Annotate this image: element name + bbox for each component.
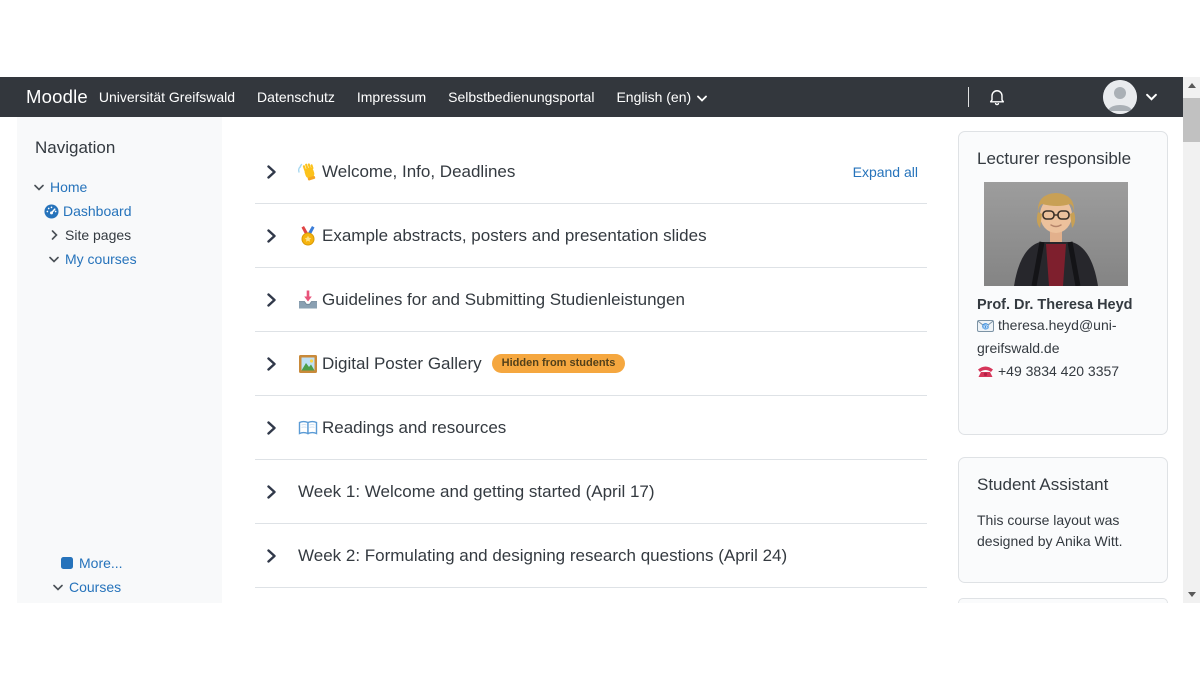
navigation-tree-bottom: More... Courses bbox=[17, 551, 222, 603]
notification-bell-icon[interactable] bbox=[987, 87, 1007, 107]
language-menu-label: English (en) bbox=[616, 89, 691, 105]
sidebar-item-label[interactable]: More... bbox=[79, 555, 123, 571]
navigation-tree: Home Dashboard Site pages My c bbox=[17, 175, 222, 271]
section-row-readings: Readings and resources bbox=[255, 396, 927, 460]
navigation-block-title: Navigation bbox=[35, 138, 222, 158]
lecturer-phone: +49 3834 420 3357 bbox=[998, 363, 1119, 379]
section-title[interactable]: Week 1: Welcome and getting started (Apr… bbox=[298, 482, 655, 502]
lecturer-name: Prof. Dr. Theresa Heyd bbox=[977, 297, 1149, 313]
section-row-week2: Week 2: Formulating and designing resear… bbox=[255, 524, 927, 588]
open-book-icon bbox=[297, 417, 319, 439]
sports-medal-icon bbox=[297, 225, 319, 247]
course-content: Welcome, Info, Deadlines Expand all Exam… bbox=[255, 117, 927, 588]
section-title[interactable]: Week 2: Formulating and designing resear… bbox=[298, 546, 787, 566]
sidebar-item-label[interactable]: Home bbox=[50, 179, 87, 195]
sidebar-item-label[interactable]: Courses bbox=[69, 579, 121, 595]
sidebar-item-my-courses[interactable]: My courses bbox=[17, 247, 222, 271]
navbar-right-group bbox=[968, 80, 1183, 114]
sidebar-item-home[interactable]: Home bbox=[17, 175, 222, 199]
chevron-right-icon[interactable] bbox=[267, 549, 280, 563]
chevron-right-icon[interactable] bbox=[267, 485, 280, 499]
sidebar-item-label[interactable]: Site pages bbox=[65, 227, 131, 243]
chevron-right-icon[interactable] bbox=[267, 357, 280, 371]
lecturer-email-line: @ theresa.heyd@uni-greifswald.de bbox=[977, 315, 1149, 359]
chevron-right-icon[interactable] bbox=[267, 293, 280, 307]
lecturer-card-title: Lecturer responsible bbox=[977, 149, 1149, 169]
section-title[interactable]: Example abstracts, posters and presentat… bbox=[322, 226, 707, 246]
dashboard-gauge-icon bbox=[44, 204, 59, 219]
sidebar-item-courses[interactable]: Courses bbox=[17, 575, 222, 599]
top-navbar: Moodle Universität Greifswald Datenschut… bbox=[0, 77, 1183, 117]
navigation-block: Navigation Home Dashboard Site p bbox=[17, 117, 222, 603]
nav-link-selbstbedienungsportal[interactable]: Selbstbedienungsportal bbox=[448, 89, 594, 105]
hidden-from-students-badge: Hidden from students bbox=[492, 354, 626, 373]
nav-link-impressum[interactable]: Impressum bbox=[357, 89, 426, 105]
assistant-card-text: This course layout was designed by Anika… bbox=[977, 510, 1149, 552]
lecturer-phone-line: +49 3834 420 3357 bbox=[977, 361, 1149, 384]
sidebar-item-more[interactable]: More... bbox=[17, 551, 222, 575]
section-title[interactable]: Digital Poster Gallery bbox=[322, 354, 482, 374]
chevron-down-icon bbox=[697, 89, 707, 105]
nav-link-datenschutz[interactable]: Datenschutz bbox=[257, 89, 335, 105]
scrollbar-up-arrow[interactable] bbox=[1183, 77, 1200, 94]
lecturer-responsible-card: Lecturer responsible Prof. Dr. Theresa H… bbox=[958, 131, 1168, 435]
expand-all-link[interactable]: Expand all bbox=[853, 164, 918, 180]
scrollbar-thumb[interactable] bbox=[1183, 98, 1200, 142]
chevron-down-icon[interactable] bbox=[32, 184, 46, 191]
section-row-guidelines: Guidelines for and Submitting Studienlei… bbox=[255, 268, 927, 332]
sidebar-item-label[interactable]: My courses bbox=[65, 251, 137, 267]
inbox-tray-icon bbox=[297, 289, 319, 311]
user-menu-chevron-icon[interactable] bbox=[1146, 88, 1157, 106]
framed-picture-icon bbox=[297, 353, 319, 375]
more-square-icon bbox=[61, 557, 73, 569]
section-title[interactable]: Welcome, Info, Deadlines bbox=[322, 162, 515, 182]
assistant-card-title: Student Assistant bbox=[977, 475, 1149, 495]
section-row-examples: Example abstracts, posters and presentat… bbox=[255, 204, 927, 268]
waving-hand-icon bbox=[297, 161, 319, 183]
scrollbar-down-arrow[interactable] bbox=[1183, 586, 1200, 603]
moodle-brand-link[interactable]: Moodle bbox=[0, 86, 88, 108]
section-title[interactable]: Readings and resources bbox=[322, 418, 506, 438]
language-menu[interactable]: English (en) bbox=[616, 89, 707, 105]
sidebar-item-site-pages[interactable]: Site pages bbox=[17, 223, 222, 247]
svg-text:@: @ bbox=[982, 324, 989, 331]
user-avatar[interactable] bbox=[1103, 80, 1137, 114]
lecturer-email: theresa.heyd@uni-greifswald.de bbox=[977, 317, 1117, 356]
chevron-right-icon[interactable] bbox=[267, 165, 280, 179]
student-assistant-card: Student Assistant This course layout was… bbox=[958, 457, 1168, 583]
section-row-poster-gallery: Digital Poster Gallery Hidden from stude… bbox=[255, 332, 927, 396]
chevron-down-icon[interactable] bbox=[51, 584, 65, 591]
browser-scrollbar[interactable] bbox=[1183, 77, 1200, 603]
sidebar-item-label[interactable]: Dashboard bbox=[63, 203, 132, 219]
email-icon: @ bbox=[977, 317, 994, 338]
section-row-week1: Week 1: Welcome and getting started (Apr… bbox=[255, 460, 927, 524]
section-title[interactable]: Guidelines for and Submitting Studienlei… bbox=[322, 290, 685, 310]
navbar-links: Universität Greifswald Datenschutz Impre… bbox=[99, 89, 595, 105]
section-row-welcome: Welcome, Info, Deadlines Expand all bbox=[255, 140, 927, 204]
chevron-right-icon[interactable] bbox=[267, 229, 280, 243]
nav-link-university[interactable]: Universität Greifswald bbox=[99, 89, 235, 105]
chevron-right-icon[interactable] bbox=[267, 421, 280, 435]
navbar-divider bbox=[968, 87, 969, 107]
phone-icon bbox=[977, 363, 994, 384]
next-card-partial bbox=[958, 598, 1168, 603]
chevron-right-icon[interactable] bbox=[47, 230, 61, 240]
lecturer-photo bbox=[984, 182, 1128, 286]
chevron-down-icon[interactable] bbox=[47, 256, 61, 263]
sidebar-item-dashboard[interactable]: Dashboard bbox=[17, 199, 222, 223]
